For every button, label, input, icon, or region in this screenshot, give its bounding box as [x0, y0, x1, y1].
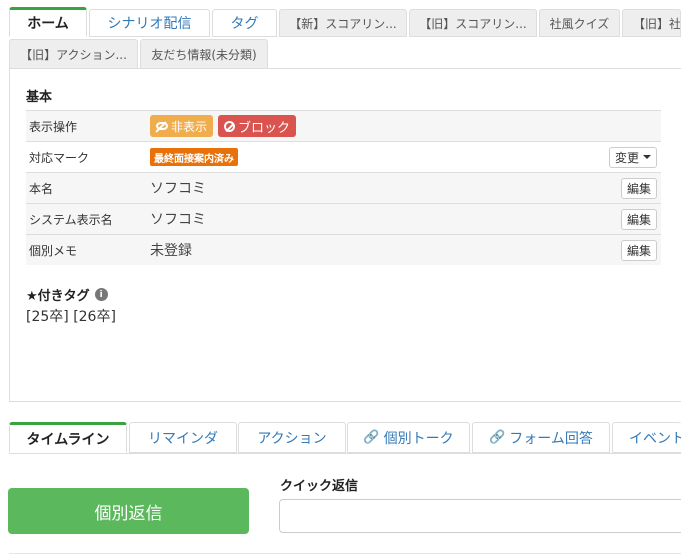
- tab-timeline-label: タイムライン: [26, 431, 110, 448]
- tab-scenario[interactable]: シナリオ配信: [89, 9, 210, 37]
- tab-action-label: アクション: [257, 430, 327, 447]
- tab-form-answers[interactable]: 🔗 フォーム回答: [472, 422, 610, 453]
- mark-value: 最終面接案内済み: [150, 148, 238, 166]
- quick-reply-label: クイック返信: [280, 479, 359, 494]
- edit-system-name-button[interactable]: 編集: [620, 208, 657, 230]
- row-label: 対応マーク: [29, 150, 90, 165]
- tab-individual-talk[interactable]: 🔗 個別トーク: [347, 422, 470, 453]
- tab-timeline[interactable]: タイムライン: [9, 422, 127, 453]
- change-mark-dropdown[interactable]: 変更: [608, 146, 657, 168]
- row-name: 本名 ソフコミ 編集: [26, 172, 661, 203]
- row-label: システム表示名: [29, 212, 113, 227]
- caret-down-icon: [643, 155, 651, 159]
- system-name-edit-wrap: 編集: [620, 208, 657, 230]
- link-icon: 🔗: [489, 430, 506, 445]
- tab-divider: [9, 453, 681, 454]
- row-mark: 対応マーク 最終面接案内済み 変更: [26, 141, 661, 172]
- tab-event-label: イベント: [629, 430, 681, 447]
- star-tags-list: [25卒] [26卒]: [26, 309, 116, 325]
- name-edit-wrap: 編集: [620, 177, 657, 199]
- display-op-actions: 非表示 ブロック: [150, 115, 297, 137]
- section-title: 基本: [26, 90, 53, 105]
- hide-button-label: 非表示: [171, 119, 208, 134]
- tab-event[interactable]: イベント: [612, 422, 681, 453]
- tab-reminder-label: リマインダ: [148, 430, 218, 447]
- tab-new-scoring[interactable]: 【新】スコアリン...: [279, 9, 407, 37]
- tab-home[interactable]: ホーム: [9, 7, 87, 37]
- tab-old-scoring[interactable]: 【旧】スコアリン...: [409, 9, 537, 37]
- star-tags-title: ★付きタグ: [26, 289, 90, 304]
- ban-icon: [224, 120, 236, 132]
- tab-form-answers-label: フォーム回答: [509, 430, 593, 447]
- timeline-tab-bar: タイムライン リマインダ アクション 🔗 個別トーク 🔗 フォーム回答 イベント: [9, 422, 681, 454]
- tab-culture-quiz[interactable]: 社風クイズ: [539, 9, 620, 37]
- eye-slash-icon: [156, 122, 168, 130]
- tab-reminder[interactable]: リマインダ: [129, 422, 237, 453]
- block-button-label: ブロック: [238, 120, 291, 136]
- info-table: 表示操作 非表示 ブロック 対応マーク 最終面接案内済み 変更 本名 ソフコミ …: [26, 110, 661, 265]
- row-label: 個別メモ: [29, 243, 78, 258]
- quick-reply-input[interactable]: [279, 499, 681, 533]
- tab-individual-talk-label: 個別トーク: [383, 430, 454, 447]
- status-badge: 最終面接案内済み: [150, 148, 238, 166]
- row-system-name: システム表示名 ソフコミ 編集: [26, 203, 661, 234]
- edit-memo-button[interactable]: 編集: [620, 239, 657, 261]
- tab-action[interactable]: アクション: [238, 422, 346, 453]
- mark-change-wrap: 変更: [608, 146, 657, 168]
- row-label: 本名: [29, 181, 54, 196]
- change-label: 変更: [614, 150, 639, 165]
- row-memo: 個別メモ 未登録 編集: [26, 234, 661, 265]
- edit-name-button[interactable]: 編集: [620, 177, 657, 199]
- star-tags-heading: ★付きタグ i: [26, 285, 108, 304]
- individual-reply-button[interactable]: 個別返信: [8, 488, 249, 534]
- footer-divider: [9, 553, 681, 554]
- tab-friend-info[interactable]: 友だち情報(未分類): [140, 39, 268, 69]
- info-icon[interactable]: i: [94, 288, 108, 301]
- link-icon: 🔗: [363, 430, 380, 445]
- basic-info-panel: 基本 表示操作 非表示 ブロック 対応マーク 最終面接案内済み 変更 本名 ソフ…: [9, 68, 681, 402]
- row-label: 表示操作: [29, 119, 78, 134]
- tab-tag[interactable]: タグ: [212, 9, 277, 37]
- tab-old-company[interactable]: 【旧】社: [622, 9, 681, 37]
- system-name-value: ソフコミ: [150, 212, 206, 228]
- row-display-op: 表示操作 非表示 ブロック: [26, 110, 661, 141]
- memo-edit-wrap: 編集: [620, 239, 657, 261]
- name-value: ソフコミ: [150, 181, 206, 197]
- block-button[interactable]: ブロック: [218, 115, 297, 137]
- hide-button[interactable]: 非表示: [150, 115, 214, 137]
- memo-value: 未登録: [150, 243, 192, 259]
- tab-old-action[interactable]: 【旧】アクション...: [9, 39, 138, 69]
- top-tab-bar: ホーム シナリオ配信 タグ 【新】スコアリン... 【旧】スコアリン... 社風…: [9, 7, 681, 69]
